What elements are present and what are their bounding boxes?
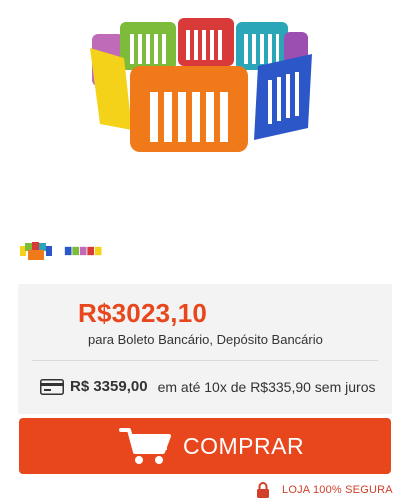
- installment-row: R$ 3359,00 em até 10x de R$335,90 sem ju…: [40, 378, 375, 395]
- cart-icon: [119, 428, 171, 464]
- secure-store-text: LOJA 100% SEGURA: [282, 484, 393, 496]
- product-image[interactable]: [0, 0, 410, 232]
- price-box: R$3023,10 para Boleto Bancário, Depósito…: [18, 284, 392, 414]
- credit-card-icon: [40, 378, 64, 395]
- play-yard-thumbnail-2: [64, 246, 102, 256]
- installment-price: R$ 3359,00: [70, 378, 148, 395]
- price-divider: [32, 360, 378, 361]
- thumbnail-1[interactable]: [16, 238, 56, 264]
- play-yard-thumbnail-1: [20, 242, 52, 260]
- lock-icon: [257, 482, 269, 498]
- payment-methods: para Boleto Bancário, Depósito Bancário: [88, 332, 323, 347]
- thumbnail-2[interactable]: [64, 238, 104, 264]
- installment-terms: em até 10x de R$335,90 sem juros: [157, 378, 376, 395]
- thumbnail-strip: [16, 238, 104, 264]
- colorful-play-yard-image: [90, 18, 312, 152]
- buy-button[interactable]: COMPRAR: [19, 418, 391, 474]
- secure-store-badge: LOJA 100% SEGURA: [256, 482, 393, 498]
- buy-button-label: COMPRAR: [183, 433, 305, 459]
- main-price: R$3023,10: [78, 298, 208, 328]
